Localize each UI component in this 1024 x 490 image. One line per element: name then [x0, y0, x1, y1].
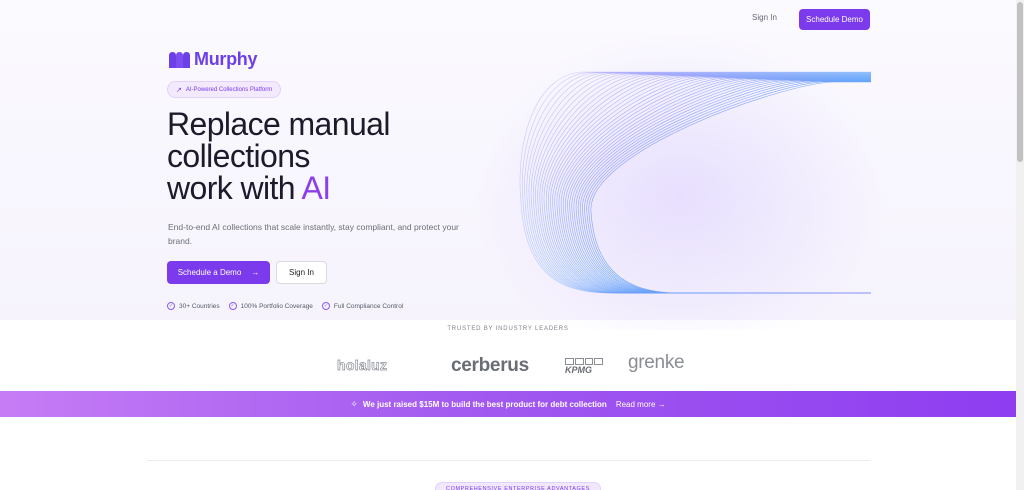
headline-line-3: work with — [167, 170, 302, 206]
holaluz-logo: holaluz — [337, 357, 388, 374]
art-line — [521, 72, 871, 294]
art-line — [556, 76, 871, 294]
art-line — [537, 74, 871, 294]
cerberus-logo: cerberus — [451, 355, 529, 376]
trusted-label: TRUSTED BY INDUSTRY LEADERS — [447, 326, 569, 332]
ai-platform-pill: ↗ AI-Powered Collections Platform — [167, 81, 282, 98]
art-line — [560, 77, 871, 294]
nav-schedule-demo-button[interactable]: Schedule Demo — [799, 9, 870, 30]
grenke-logo: grenke — [628, 352, 685, 373]
check-circle-icon: ✓ — [321, 302, 330, 310]
hero-line-art — [519, 71, 871, 294]
art-line — [584, 80, 871, 294]
kpmg-text: KPMG — [565, 365, 592, 375]
trend-up-icon: ↗ — [176, 86, 182, 94]
art-line — [588, 81, 871, 294]
art-line — [575, 79, 871, 294]
section-divider — [147, 460, 870, 461]
art-line — [577, 79, 871, 294]
art-line — [539, 74, 871, 294]
section-pill: COMPREHENSIVE ENTERPRISE ADVANTAGES — [435, 482, 601, 490]
art-line — [519, 71, 871, 294]
art-line — [563, 77, 871, 294]
art-line — [571, 79, 871, 294]
page: Sign In Schedule Demo Murphy ↗ AI-Powere… — [0, 0, 1016, 490]
feature-label: Full Compliance Control — [333, 302, 404, 310]
hero-headline: Replace manual collections work with AI — [167, 108, 390, 204]
feature-label: 100% Portfolio Coverage — [240, 302, 313, 310]
headline-line-2: collections — [167, 138, 310, 174]
nav-signin-link[interactable]: Sign In — [752, 13, 777, 22]
art-line — [580, 80, 871, 294]
feature-list: ✓ 30+ Countries ✓ 100% Portfolio Coverag… — [167, 302, 403, 310]
feature-item: ✓ Full Compliance Control — [321, 302, 404, 310]
read-more-link[interactable]: Read more → — [616, 400, 666, 409]
art-line — [582, 80, 871, 294]
logo[interactable]: Murphy — [168, 49, 258, 70]
feature-label: 30+ Countries — [179, 302, 220, 310]
schedule-demo-label: Schedule a Demo — [177, 268, 242, 277]
headline-accent: AI — [301, 170, 332, 206]
scrollbar[interactable] — [1016, 0, 1024, 490]
murphy-logo-icon — [169, 51, 190, 68]
headline-line-1: Replace manual — [167, 106, 390, 142]
kpmg-boxes — [565, 358, 603, 365]
banner-text: We just raised $15M to build the best pr… — [362, 399, 607, 409]
kpmg-logo: KPMG — [565, 358, 603, 375]
art-line — [590, 81, 871, 294]
sparkles-icon: ✧ — [350, 398, 358, 409]
logo-text: Murphy — [194, 49, 258, 69]
feature-item: ✓ 100% Portfolio Coverage — [228, 302, 313, 310]
feature-item: ✓ 30+ Countries — [167, 302, 220, 310]
check-circle-icon: ✓ — [228, 302, 237, 310]
signin-button[interactable]: Sign In — [276, 261, 327, 284]
arrow-right-icon: → — [251, 268, 260, 277]
check-circle-icon: ✓ — [167, 302, 175, 310]
art-lines — [519, 71, 871, 294]
funding-banner[interactable]: ✧ We just raised $15M to build the best … — [0, 391, 1016, 417]
schedule-demo-button[interactable]: Schedule a Demo → — [167, 261, 270, 284]
art-line — [546, 75, 871, 294]
pill-label: AI-Powered Collections Platform — [185, 86, 273, 93]
art-line — [554, 76, 871, 294]
hero-subtext: End-to-end AI collections that scale ins… — [168, 222, 459, 246]
art-line — [528, 72, 871, 294]
art-line — [567, 78, 871, 294]
art-line — [524, 72, 871, 294]
scrollbar-thumb[interactable] — [1017, 2, 1023, 162]
